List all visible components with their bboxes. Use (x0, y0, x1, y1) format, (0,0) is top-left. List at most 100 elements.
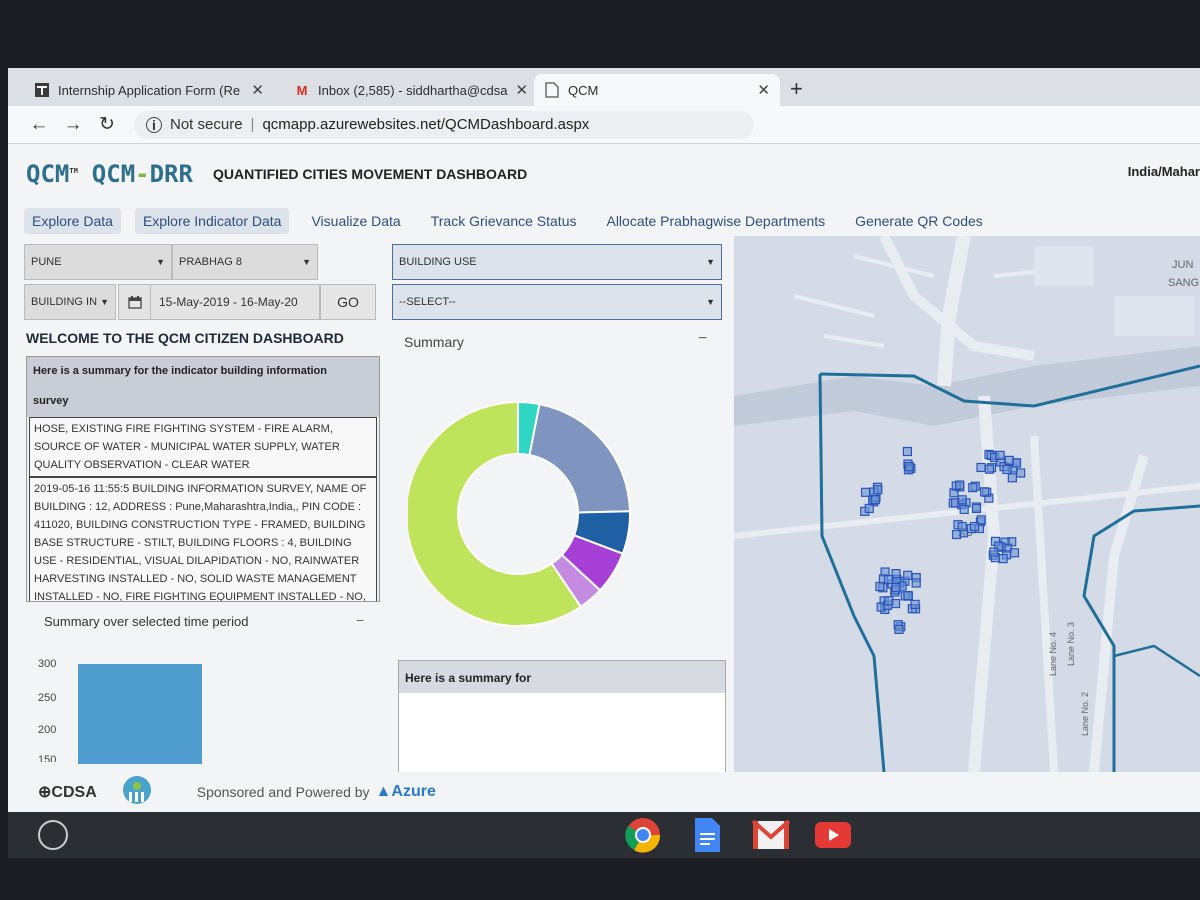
indicator-select[interactable]: BUILDING IN ▼ (24, 284, 116, 320)
survey-marker[interactable] (1016, 468, 1026, 478)
minimize-icon[interactable]: − (698, 330, 707, 348)
indicator-summary-panel[interactable]: Here is a summary for the indicator buil… (26, 356, 380, 602)
survey-marker[interactable] (1004, 455, 1014, 465)
survey-marker[interactable] (891, 569, 901, 579)
category-summary-heading: Here is a summary for (399, 661, 725, 693)
summary-heading: Here is a summary for the indicator buil… (27, 357, 379, 417)
launcher-icon[interactable] (38, 820, 68, 850)
survey-marker[interactable] (1007, 473, 1017, 483)
map-label: Lane No. 3 (1066, 622, 1076, 666)
cdsa-logo: ⊕CDSA (38, 784, 97, 801)
minimize-icon[interactable]: − (356, 612, 364, 628)
survey-marker[interactable] (860, 487, 871, 497)
y-tick: 150 (38, 754, 57, 762)
date-range-field[interactable]: 15-May-2019 - 16-May-20 (118, 284, 320, 320)
dropdown-arrow-icon: ▼ (156, 257, 165, 267)
indicator-select-value: BUILDING IN (31, 296, 98, 308)
y-tick: 250 (38, 692, 57, 704)
survey-marker[interactable] (864, 503, 874, 514)
survey-marker[interactable] (984, 464, 995, 474)
summary-entry: 2019-05-16 11:55:5 BUILDING INFORMATION … (29, 477, 377, 601)
survey-marker[interactable] (875, 581, 885, 592)
survey-marker[interactable] (902, 446, 913, 457)
forward-icon[interactable]: → (56, 114, 90, 136)
chrome-icon[interactable] (624, 816, 662, 854)
sponsor-text: Sponsored and Powered by (196, 784, 370, 800)
survey-marker[interactable] (968, 483, 978, 493)
survey-marker[interactable] (904, 461, 914, 472)
survey-marker[interactable] (971, 503, 982, 514)
survey-marker[interactable] (980, 487, 990, 497)
form-icon (34, 82, 50, 98)
block (1114, 296, 1194, 336)
survey-marker[interactable] (951, 529, 962, 540)
youtube-icon[interactable] (814, 816, 852, 854)
building-use-select[interactable]: BUILDING USE ▼ (392, 244, 722, 280)
azure-logo: ▲Azure (375, 783, 436, 800)
back-icon[interactable]: ← (22, 114, 56, 136)
os-shelf (8, 812, 1200, 858)
donut-slice[interactable] (528, 402, 631, 514)
survey-marker[interactable] (959, 504, 969, 515)
survey-marker[interactable] (998, 554, 1008, 564)
survey-marker[interactable] (989, 547, 999, 557)
city-select[interactable]: PUNE ▼ (24, 244, 172, 280)
welcome-heading: WELCOME TO THE QCM CITIZEN DASHBOARD (26, 330, 344, 346)
reload-icon[interactable]: ↻ (90, 113, 124, 136)
survey-marker[interactable] (954, 480, 965, 490)
survey-marker[interactable] (903, 570, 913, 580)
y-tick: 200 (38, 724, 57, 736)
go-button[interactable]: GO (320, 284, 376, 320)
time-period-title: Summary over selected time period (44, 614, 249, 629)
close-icon[interactable]: ✕ (757, 81, 770, 99)
map-label: Lane No. 4 (1048, 632, 1058, 676)
survey-marker[interactable] (894, 624, 904, 634)
close-icon[interactable]: ✕ (251, 81, 264, 99)
survey-marker[interactable] (873, 485, 883, 495)
new-tab-icon[interactable]: + (790, 76, 803, 102)
calendar-icon[interactable] (119, 285, 151, 319)
tab-internship-form[interactable]: Internship Application Form (Re ✕ (24, 74, 274, 106)
survey-marker[interactable] (995, 450, 1005, 460)
sub-category-select[interactable]: --SELECT-- ▼ (392, 284, 722, 320)
prabhag-select-value: PRABHAG 8 (179, 256, 242, 268)
tab-qcm[interactable]: QCM ✕ (534, 74, 780, 106)
survey-marker[interactable] (1002, 464, 1012, 475)
survey-marker[interactable] (903, 591, 913, 601)
survey-marker[interactable] (976, 462, 986, 473)
menu-track-grievance-status[interactable]: Track Grievance Status (423, 208, 585, 234)
menu-generate-qr-codes[interactable]: Generate QR Codes (847, 208, 991, 234)
survey-marker[interactable] (969, 521, 980, 532)
gmail-icon: M (296, 82, 308, 98)
browser-tabstrip: Internship Application Form (Re ✕ M Inbo… (8, 68, 1200, 106)
info-icon[interactable]: i (146, 116, 162, 133)
footer: ⊕CDSA Sponsored and Powered by ▲Azure (8, 772, 1200, 812)
gmail-app-icon[interactable] (752, 816, 790, 854)
url-field[interactable]: i Not secure | qcmapp.azurewebsites.net/… (134, 110, 754, 139)
menu-explore-data[interactable]: Explore Data (24, 208, 121, 234)
survey-marker[interactable] (911, 578, 921, 588)
survey-marker[interactable] (891, 582, 901, 593)
tab-title: Inbox (2,585) - siddhartha@cdsa (318, 82, 508, 98)
close-icon[interactable]: ✕ (516, 81, 529, 99)
survey-marker[interactable] (957, 521, 967, 532)
menu-explore-indicator-data[interactable]: Explore Indicator Data (134, 208, 290, 234)
tab-gmail-inbox[interactable]: M Inbox (2,585) - siddhartha@cdsa ✕ (284, 74, 530, 106)
survey-marker[interactable] (884, 596, 894, 606)
dropdown-arrow-icon: ▼ (706, 257, 715, 267)
survey-marker[interactable] (883, 574, 894, 585)
dropdown-arrow-icon: ▼ (706, 297, 715, 307)
menu-allocate-prabhagwise-departments[interactable]: Allocate Prabhagwise Departments (598, 208, 833, 234)
address-bar: ← → ↻ i Not secure | qcmapp.azurewebsite… (8, 106, 1200, 144)
prabhag-map[interactable]: JUN SANG Lane No. 4 Lane No. 3 Lane No. … (734, 236, 1200, 772)
prabhag-select[interactable]: PRABHAG 8 ▼ (172, 244, 318, 280)
dropdown-arrow-icon: ▼ (302, 257, 311, 267)
survey-marker[interactable] (957, 495, 967, 505)
block (1034, 246, 1094, 286)
survey-marker[interactable] (1009, 548, 1020, 558)
survey-marker[interactable] (910, 599, 920, 610)
docs-icon[interactable] (688, 816, 726, 854)
menu-visualize-data[interactable]: Visualize Data (303, 208, 408, 234)
map-label: SANG (1168, 277, 1199, 289)
survey-marker[interactable] (870, 495, 880, 505)
